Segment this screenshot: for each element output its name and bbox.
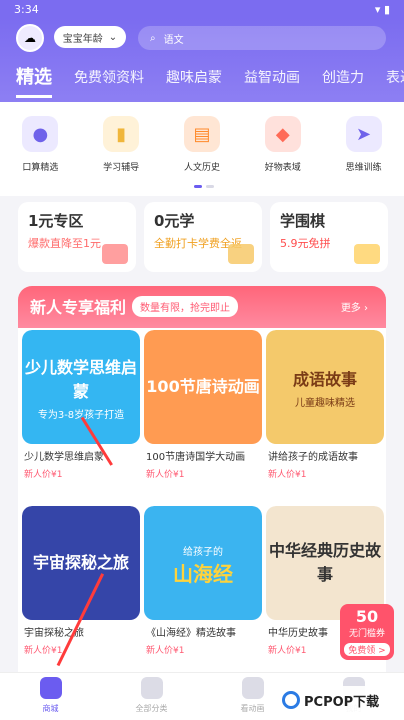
chevron-down-icon: ⌄	[108, 31, 118, 43]
nav-mall[interactable]: 商城	[22, 677, 80, 714]
course-name: 讲给孩子的成语故事	[268, 452, 358, 463]
search-icon: ⌕	[150, 32, 156, 44]
category-label: 人文历史	[183, 163, 220, 173]
avatar[interactable]: ☁	[16, 24, 44, 52]
course-name: 《山海经》精选故事	[146, 628, 236, 639]
coin-icon	[228, 244, 254, 264]
course-card[interactable]: 宇宙探秘之旅 宇宙探秘之旅 新人价¥1	[22, 506, 140, 672]
category-history[interactable]: ▤ 人文历史	[170, 116, 234, 196]
tab-creativity[interactable]: 创造力	[322, 64, 364, 98]
tab-puzzle-animation[interactable]: 益智动画	[244, 64, 300, 98]
promo-title: 学围棋	[280, 212, 326, 230]
tab-fun-enlightenment[interactable]: 趣味启蒙	[166, 64, 222, 98]
search-input[interactable]: ⌕ 语文	[138, 26, 386, 50]
cover-title: 少儿数学思维启蒙	[24, 357, 137, 401]
course-price: 新人价¥1	[24, 470, 63, 480]
grade-selector[interactable]: 宝宝年龄 ⌄	[54, 26, 126, 48]
promo-title: 1元专区	[28, 212, 84, 230]
nav-animation[interactable]: 看动画	[224, 677, 282, 714]
section-title: 新人专享福利	[30, 298, 127, 317]
board-icon	[354, 244, 380, 264]
top-header: ☁ 宝宝年龄 ⌄ ⌕ 语文 精选 免费领资料 趣味启蒙 益智动画 创造力 表达	[0, 18, 404, 102]
newcomer-benefits: 新人专享福利 数量有限，抢完即止 更多 › 少儿数学思维启蒙 专为3-8岁孩子打造…	[18, 286, 386, 720]
course-price: 新人价¥1	[146, 470, 185, 480]
bag-icon: ◆	[264, 116, 301, 152]
cover-title: 成语故事	[292, 369, 357, 389]
course-price: 新人价¥1	[146, 646, 185, 656]
category-label: 思维训练	[345, 163, 382, 173]
coupon-amount: 50	[355, 607, 379, 626]
limited-badge: 数量有限，抢完即止	[132, 296, 238, 317]
watermark-text: PCPOP下载	[304, 694, 380, 710]
course-cover: 少儿数学思维启蒙 专为3-8岁孩子打造	[22, 330, 140, 444]
grid-icon	[140, 677, 163, 699]
course-card[interactable]: 成语故事儿童趣味精选 讲给孩子的成语故事 新人价¥1	[266, 330, 384, 496]
course-card[interactable]: 少儿数学思维启蒙 专为3-8岁孩子打造 少儿数学思维启蒙 新人价¥1	[22, 330, 140, 496]
search-placeholder: 语文	[163, 34, 184, 46]
more-link[interactable]: 更多 ›	[341, 299, 368, 314]
carousel-indicator	[194, 185, 218, 189]
coupon-widget[interactable]: 50 无门槛券 免费领 >	[340, 604, 394, 660]
promo-one-yuan[interactable]: 1元专区 爆款直降至1元	[18, 202, 136, 272]
promo-go-game[interactable]: 学围棋 5.9元免拼	[270, 202, 388, 272]
category-label: 好物表域	[264, 163, 301, 173]
home-icon	[39, 677, 62, 699]
scroll-icon: ▤	[183, 116, 220, 152]
cover-title: 山海经	[173, 562, 233, 586]
status-bar: 3:34 ▾ ▮	[0, 0, 404, 18]
course-cover: 100节唐诗动画	[144, 330, 262, 444]
coupon-claim-button[interactable]: 免费领 >	[344, 643, 390, 656]
book-icon: ▮	[103, 116, 140, 152]
tv-icon	[241, 677, 264, 699]
nav-categories[interactable]: 全部分类	[123, 677, 181, 714]
nav-label: 商城	[42, 704, 59, 713]
cover-subtitle: 儿童趣味精选	[294, 397, 355, 409]
category-thinking[interactable]: ➤ 思维训练	[332, 116, 396, 196]
promo-title: 0元学	[154, 212, 195, 230]
tab-free-materials[interactable]: 免费领资料	[74, 64, 144, 98]
planet-icon: ●	[22, 116, 59, 152]
category-label: 学习辅导	[103, 163, 140, 173]
promo-row: 1元专区 爆款直降至1元 0元学 全勤打卡学费全返 学围棋 5.9元免拼	[18, 202, 388, 272]
category-label: 口算精选	[22, 163, 59, 173]
nav-label: 看动画	[240, 704, 265, 713]
rocket-icon: ➤	[345, 116, 382, 152]
pcpop-icon	[282, 691, 300, 709]
course-price: 新人价¥1	[24, 646, 63, 656]
course-name: 少儿数学思维启蒙	[24, 452, 104, 463]
gift-icon	[102, 244, 128, 264]
watermark-logo: PCPOP下载	[278, 686, 396, 714]
course-cover: 给孩子的 山海经	[144, 506, 262, 620]
tab-expression[interactable]: 表达	[386, 64, 404, 98]
category-goods[interactable]: ◆ 好物表域	[251, 116, 315, 196]
coupon-label: 无门槛券	[348, 629, 385, 639]
course-name: 100节唐诗国学大动画	[146, 452, 246, 463]
tab-featured[interactable]: 精选	[16, 64, 52, 98]
course-name: 宇宙探秘之旅	[24, 628, 84, 639]
course-card[interactable]: 100节唐诗动画 100节唐诗国学大动画 新人价¥1	[144, 330, 262, 496]
nav-label: 全部分类	[135, 704, 168, 713]
cover-subtitle: 给孩子的	[183, 547, 223, 558]
status-icons: ▾ ▮	[374, 2, 390, 16]
cover-title: 中华经典历史故事	[268, 541, 381, 584]
grade-label: 宝宝年龄	[62, 33, 103, 45]
category-tutoring[interactable]: ▮ 学习辅导	[89, 116, 153, 196]
course-cover: 宇宙探秘之旅	[22, 506, 140, 620]
category-oral-math[interactable]: ● 口算精选	[8, 116, 72, 196]
course-cover: 成语故事儿童趣味精选	[266, 330, 384, 444]
category-tabs: 精选 免费领资料 趣味启蒙 益智动画 创造力 表达	[0, 64, 404, 98]
quick-categories: ● 口算精选 ▮ 学习辅导 ▤ 人文历史 ◆ 好物表域 ➤ 思维训练	[0, 102, 404, 196]
promo-free-study[interactable]: 0元学 全勤打卡学费全返	[144, 202, 262, 272]
cover-title: 100节唐诗动画	[146, 377, 260, 396]
course-cover: 中华经典历史故事	[266, 506, 384, 620]
status-time: 3:34	[14, 2, 39, 16]
course-price: 新人价¥1	[268, 470, 307, 480]
cover-title: 宇宙探秘之旅	[32, 553, 129, 572]
course-grid: 少儿数学思维启蒙 专为3-8岁孩子打造 少儿数学思维启蒙 新人价¥1 100节唐诗…	[18, 330, 386, 672]
course-card[interactable]: 给孩子的山海经 《山海经》精选故事 新人价¥1	[144, 506, 262, 672]
